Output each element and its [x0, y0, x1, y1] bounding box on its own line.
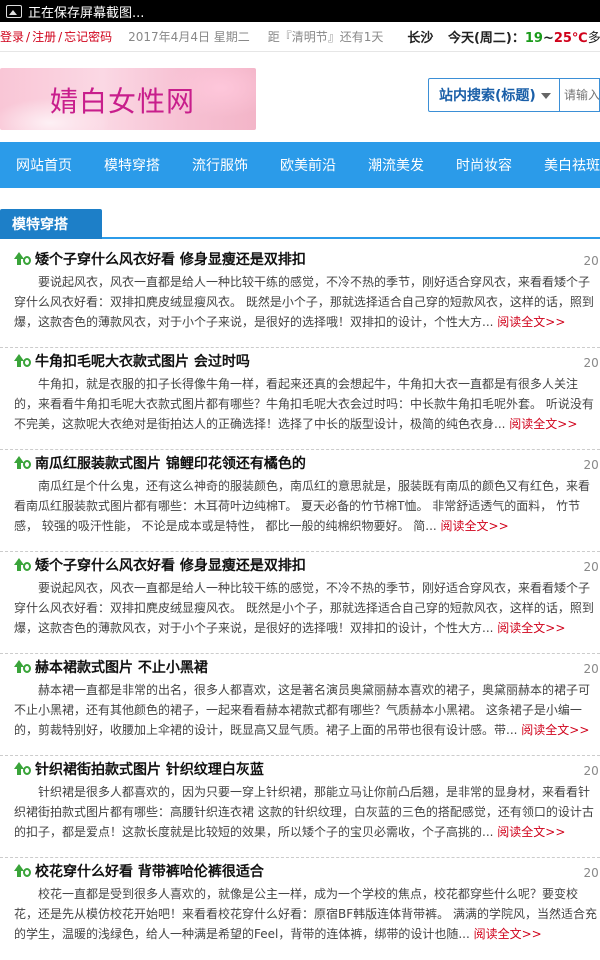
hot-up-icon [14, 864, 32, 878]
article-list: 矮个子穿什么风衣好看 修身显瘦还是双排扣 2017 要说起风衣，风衣一直都是给人… [0, 246, 600, 958]
register-link[interactable]: 注册 [32, 30, 56, 44]
article-summary: 要说起风衣，风衣一直都是给人一种比较干练的感觉，不冷不热的季节，刚好适合穿风衣，… [0, 272, 600, 332]
article-date: 2017 [583, 458, 600, 472]
main-nav: 网站首页 模特穿搭 流行服饰 欧美前沿 潮流美发 时尚妆容 美白祛斑 [0, 142, 600, 188]
section-header: 模特穿搭 [0, 205, 600, 239]
article-head: 针织裙街拍款式图片 针织纹理白灰蓝 2017 [0, 756, 600, 782]
weather-widget[interactable]: 长沙 今天(周二)：19~25℃多云 » [407, 27, 600, 46]
article-item[interactable]: 针织裙街拍款式图片 针织纹理白灰蓝 2017 针织裙是很多人都喜欢的，因为只要一… [0, 756, 600, 858]
weather-day: 今天(周二)： [447, 31, 525, 46]
article-summary: 针织裙是很多人都喜欢的，因为只要一穿上针织裙，那能立马让你前凸后翘，是非常的显身… [0, 782, 600, 842]
article-date: 2017 [583, 866, 600, 880]
screenshot-icon [6, 4, 22, 18]
article-date: 2017 [583, 560, 600, 574]
article-item[interactable]: 牛角扣毛呢大衣款式图片 会过时吗 2017 牛角扣，就是衣服的扣子长得像牛角一样… [0, 348, 600, 450]
temp-high: 25℃ [553, 31, 588, 46]
search-type-select[interactable]: 站内搜索(标题) [428, 78, 560, 112]
article-item[interactable]: 矮个子穿什么风衣好看 修身显瘦还是双排扣 2017 要说起风衣，风衣一直都是给人… [0, 552, 600, 654]
hot-up-icon [14, 252, 32, 266]
article-date: 2017 [583, 254, 600, 268]
article-summary: 赫本裙一直都是非常的出名，很多人都喜欢，这是著名演员奥黛丽赫本喜欢的裙子，奥黛丽… [0, 680, 600, 740]
article-head: 校花穿什么好看 背带裤哈伦裤很适合 2017 [0, 858, 600, 884]
search-box: 站内搜索(标题) [428, 78, 600, 112]
article-title[interactable]: 矮个子穿什么风衣好看 修身显瘦还是双排扣 [35, 249, 306, 269]
nav-fashion-apparel[interactable]: 流行服饰 [192, 155, 248, 175]
site-logo[interactable]: 婧白女性网 [0, 68, 256, 130]
forgot-password-link[interactable]: 忘记密码 [64, 30, 112, 44]
article-title[interactable]: 赫本裙款式图片 不止小黑裙 [35, 657, 208, 677]
nav-whitening[interactable]: 美白祛斑 [544, 155, 600, 175]
article-item[interactable]: 校花穿什么好看 背带裤哈伦裤很适合 2017 校花一直都是受到很多人喜欢的，就像… [0, 858, 600, 958]
article-summary: 校花一直都是受到很多人喜欢的，就像是公主一样，成为一个学校的焦点，校花都穿些什么… [0, 884, 600, 944]
read-more-link[interactable]: 阅读全文>> [497, 825, 565, 839]
article-date: 2017 [583, 662, 600, 676]
article-head: 南瓜红服装款式图片 锦鲤印花领还有橘色的 2017 [0, 450, 600, 476]
article-title[interactable]: 牛角扣毛呢大衣款式图片 会过时吗 [35, 351, 250, 371]
nav-home[interactable]: 网站首页 [16, 155, 72, 175]
article-date: 2017 [583, 356, 600, 370]
hot-up-icon [14, 558, 32, 572]
login-link[interactable]: 登录 [0, 30, 24, 44]
holiday-countdown: 距『清明节』还有1天 [267, 30, 384, 44]
nav-hairstyle[interactable]: 潮流美发 [368, 155, 424, 175]
search-type-label: 站内搜索(标题) [439, 88, 536, 104]
current-date: 2017年4月4日 星期二 [128, 30, 250, 44]
read-more-link[interactable]: 阅读全文>> [509, 417, 577, 431]
article-head: 牛角扣毛呢大衣款式图片 会过时吗 2017 [0, 348, 600, 374]
article-title[interactable]: 矮个子穿什么风衣好看 修身显瘦还是双排扣 [35, 555, 306, 575]
article-title[interactable]: 南瓜红服装款式图片 锦鲤印花领还有橘色的 [35, 453, 306, 473]
article-item[interactable]: 南瓜红服装款式图片 锦鲤印花领还有橘色的 2017 南瓜红是个什么鬼，还有这么神… [0, 450, 600, 552]
hot-up-icon [14, 354, 32, 368]
article-item[interactable]: 矮个子穿什么风衣好看 修身显瘦还是双排扣 2017 要说起风衣，风衣一直都是给人… [0, 246, 600, 348]
nav-model-outfits[interactable]: 模特穿搭 [104, 155, 160, 175]
read-more-link[interactable]: 阅读全文>> [497, 621, 565, 635]
chevron-down-icon [541, 93, 551, 99]
nav-western-trends[interactable]: 欧美前沿 [280, 155, 336, 175]
article-head: 赫本裙款式图片 不止小黑裙 2017 [0, 654, 600, 680]
article-summary: 牛角扣，就是衣服的扣子长得像牛角一样，看起来还真的会想起牛，牛角扣大衣一直都是有… [0, 374, 600, 434]
article-title[interactable]: 校花穿什么好看 背带裤哈伦裤很适合 [35, 861, 264, 881]
temp-sep: ~ [542, 31, 554, 46]
hot-up-icon [14, 762, 32, 776]
separator: / [58, 30, 63, 44]
logo-text: 婧白女性网 [50, 85, 196, 118]
nav-makeup[interactable]: 时尚妆容 [456, 155, 512, 175]
separator: / [26, 30, 31, 44]
status-text: 正在保存屏幕截图... [28, 5, 145, 21]
status-bar: 正在保存屏幕截图... [0, 0, 600, 22]
article-title[interactable]: 针织裙街拍款式图片 针织纹理白灰蓝 [35, 759, 264, 779]
weather-city: 长沙 [407, 31, 434, 46]
read-more-link[interactable]: 阅读全文>> [521, 723, 589, 737]
weather-desc: 多云 [587, 31, 600, 46]
article-head: 矮个子穿什么风衣好看 修身显瘦还是双排扣 2017 [0, 246, 600, 272]
site-header: 婧白女性网 站内搜索(标题) [0, 52, 600, 142]
read-more-link[interactable]: 阅读全文>> [474, 927, 542, 941]
article-summary: 要说起风衣，风衣一直都是给人一种比较干练的感觉，不冷不热的季节，刚好适合穿风衣，… [0, 578, 600, 638]
top-info-bar: 登录 / 注册 / 忘记密码 2017年4月4日 星期二 距『清明节』还有1天 长沙 今… [0, 22, 600, 52]
article-date: 2017 [583, 764, 600, 778]
article-item[interactable]: 赫本裙款式图片 不止小黑裙 2017 赫本裙一直都是非常的出名，很多人都喜欢，这… [0, 654, 600, 756]
read-more-link[interactable]: 阅读全文>> [441, 519, 509, 533]
summary-text: 牛角扣，就是衣服的扣子长得像牛角一样，看起来还真的会想起牛，牛角扣大衣一直都是有… [14, 377, 594, 431]
section-tab[interactable]: 模特穿搭 [0, 209, 102, 239]
hot-up-icon [14, 456, 32, 470]
article-summary: 南瓜红是个什么鬼，还有这么神奇的服装颜色，南瓜红的意思就是，服装既有南瓜的颜色又… [0, 476, 600, 536]
temp-low: 19 [524, 31, 543, 46]
search-input[interactable] [560, 78, 600, 112]
hot-up-icon [14, 660, 32, 674]
article-head: 矮个子穿什么风衣好看 修身显瘦还是双排扣 2017 [0, 552, 600, 578]
account-links: 登录 / 注册 / 忘记密码 [0, 28, 112, 45]
summary-text: 赫本裙一直都是非常的出名，很多人都喜欢，这是著名演员奥黛丽赫本喜欢的裙子，奥黛丽… [14, 683, 591, 737]
read-more-link[interactable]: 阅读全文>> [497, 315, 565, 329]
